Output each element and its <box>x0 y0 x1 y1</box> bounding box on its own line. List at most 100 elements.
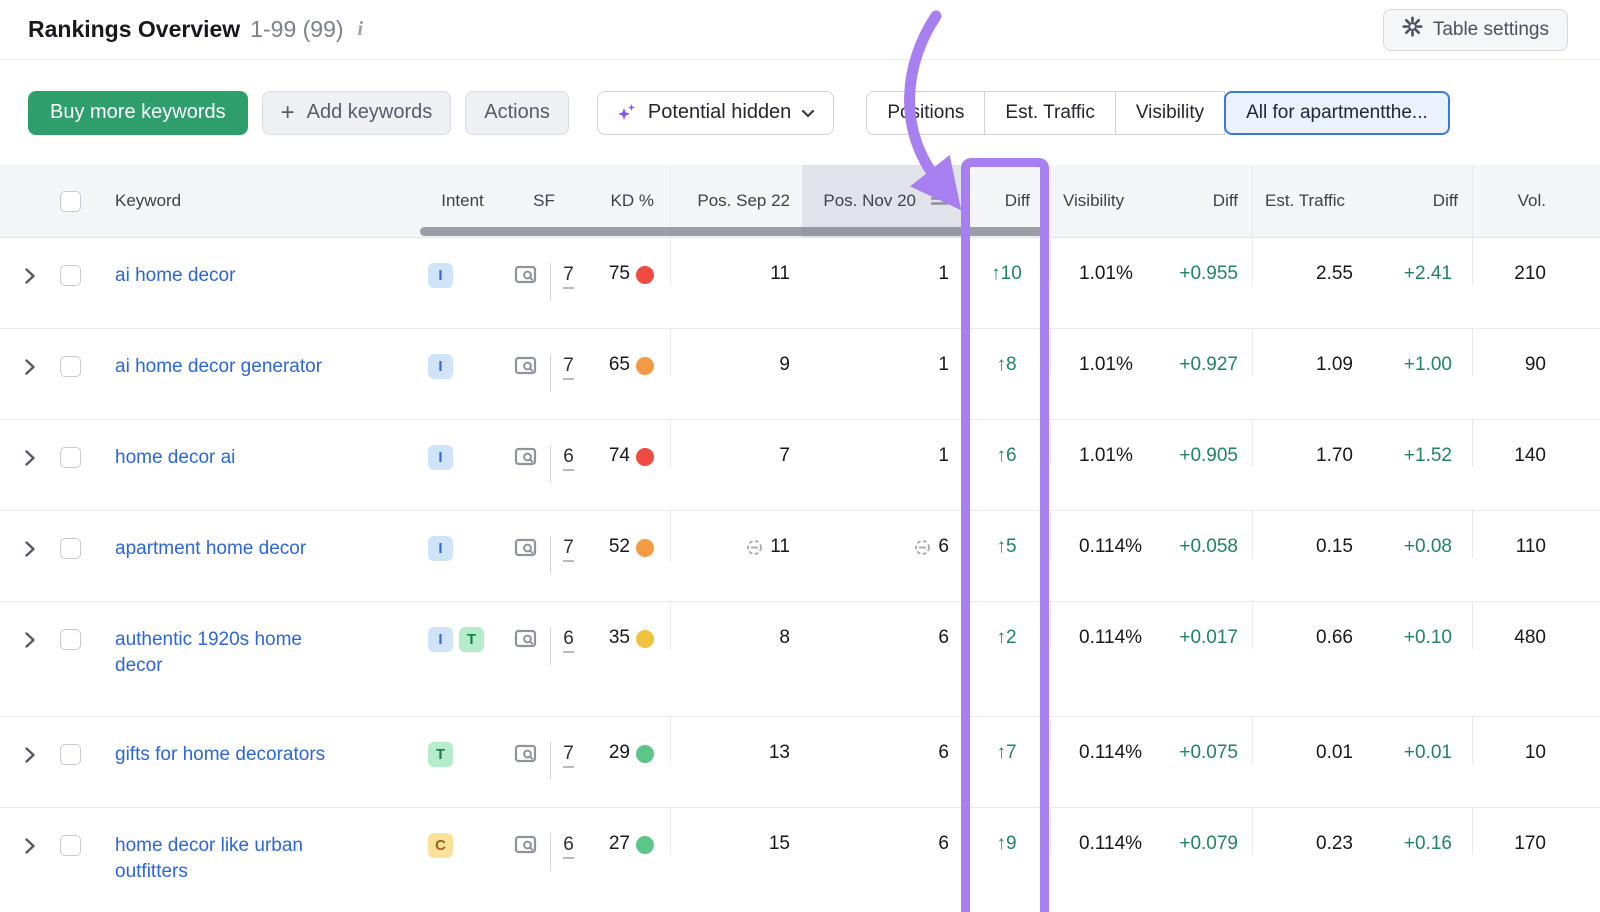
view-tab-est-traffic[interactable]: Est. Traffic <box>985 91 1115 135</box>
row-checkbox[interactable] <box>60 447 81 468</box>
kd-value: 29 <box>609 742 630 764</box>
position-sep-22: 11 <box>770 536 790 558</box>
kd-difficulty-dot <box>636 539 654 557</box>
position-diff: ↑8 <box>996 354 1016 376</box>
divider <box>550 627 551 665</box>
column-header-pos-sep-22[interactable]: Pos. Sep 22 <box>697 191 790 211</box>
table-row: apartment home decor I 7 52 <box>0 511 1600 602</box>
select-all-checkbox[interactable] <box>60 191 81 212</box>
column-header-visibility[interactable]: Visibility <box>1063 191 1124 211</box>
toolbar: Buy more keywords + Add keywords Actions… <box>0 60 1600 165</box>
potential-hidden-dropdown[interactable]: Potential hidden <box>597 91 834 135</box>
visibility-value: 0.114% <box>1079 536 1142 558</box>
sort-descending-icon[interactable] <box>931 191 949 211</box>
expand-row-button[interactable] <box>20 539 40 559</box>
serp-features-icon[interactable] <box>514 743 538 771</box>
table-row: home decor ai I 6 74 <box>0 420 1600 511</box>
add-keywords-button[interactable]: + Add keywords <box>262 91 452 135</box>
kd-difficulty-dot <box>636 836 654 854</box>
view-tab-positions[interactable]: Positions <box>866 91 985 135</box>
serp-feature-link-icon <box>746 536 763 562</box>
keyword-link[interactable]: authentic 1920s home decor <box>115 627 353 679</box>
keyword-link[interactable]: ai home decor generator <box>115 354 322 380</box>
sf-count[interactable]: 6 <box>563 445 574 471</box>
buy-more-keywords-button[interactable]: Buy more keywords <box>28 91 248 135</box>
column-header-traffic-diff[interactable]: Diff <box>1433 191 1458 211</box>
table-body: ai home decor I 7 75 <box>0 238 1600 912</box>
column-header-sf[interactable]: SF <box>533 191 555 211</box>
position-sep-22: 15 <box>769 833 790 855</box>
rankings-overview-page: Rankings Overview 1-99 (99) i Table sett… <box>0 0 1600 912</box>
info-icon[interactable]: i <box>358 18 364 41</box>
row-checkbox[interactable] <box>60 629 81 650</box>
est-traffic-value: 0.23 <box>1253 833 1353 855</box>
expand-row-button[interactable] <box>20 630 40 650</box>
volume-value: 90 <box>1525 354 1546 376</box>
row-checkbox[interactable] <box>60 538 81 559</box>
table-settings-label: Table settings <box>1433 19 1549 41</box>
serp-features-icon[interactable] <box>514 628 538 656</box>
sf-count[interactable]: 6 <box>563 833 574 859</box>
sf-count[interactable]: 7 <box>563 536 574 562</box>
row-checkbox[interactable] <box>60 744 81 765</box>
horizontal-scrollbar[interactable] <box>420 227 1048 236</box>
view-tab-visibility[interactable]: Visibility <box>1116 91 1225 135</box>
sf-count[interactable]: 7 <box>563 354 574 380</box>
volume-value: 210 <box>1514 263 1546 285</box>
table-header-row: Keyword Intent SF KD % Pos. Sep 22 Pos. … <box>0 165 1600 238</box>
sf-count[interactable]: 7 <box>563 742 574 768</box>
est-traffic-value: 0.66 <box>1253 627 1353 649</box>
serp-features-icon[interactable] <box>514 834 538 862</box>
position-nov-20: 1 <box>938 263 949 285</box>
expand-row-button[interactable] <box>20 745 40 765</box>
column-header-pos-nov-20[interactable]: Pos. Nov 20 <box>823 191 916 211</box>
kd-value: 35 <box>609 627 630 649</box>
column-header-volume[interactable]: Vol. <box>1518 191 1546 211</box>
keyword-link[interactable]: ai home decor <box>115 263 235 289</box>
keyword-link[interactable]: home decor ai <box>115 445 235 471</box>
est-traffic-diff: +1.52 <box>1404 445 1452 467</box>
kd-difficulty-dot <box>636 745 654 763</box>
row-checkbox[interactable] <box>60 265 81 286</box>
column-header-kd[interactable]: KD % <box>611 191 654 211</box>
column-header-pos-diff[interactable]: Diff <box>1005 191 1030 211</box>
serp-features-icon[interactable] <box>514 537 538 565</box>
column-header-visibility-diff[interactable]: Diff <box>1213 191 1238 211</box>
column-header-est-traffic[interactable]: Est. Traffic <box>1265 191 1345 211</box>
kd-difficulty-dot <box>636 630 654 648</box>
expand-row-button[interactable] <box>20 448 40 468</box>
divider <box>550 833 551 871</box>
sf-count[interactable]: 6 <box>563 627 574 653</box>
view-tab-label: Positions <box>887 102 964 124</box>
intent-badge-t: T <box>459 627 484 652</box>
serp-features-icon[interactable] <box>514 446 538 474</box>
expand-row-button[interactable] <box>20 836 40 856</box>
serp-features-icon[interactable] <box>514 355 538 383</box>
row-checkbox[interactable] <box>60 356 81 377</box>
kd-difficulty-dot <box>636 266 654 284</box>
view-tab-all-for-domain[interactable]: All for apartmentthe... <box>1224 91 1450 135</box>
column-header-intent[interactable]: Intent <box>441 191 484 211</box>
visibility-value: 1.01% <box>1079 263 1133 285</box>
sf-count[interactable]: 7 <box>563 263 574 289</box>
table-settings-button[interactable]: Table settings <box>1383 9 1568 51</box>
keyword-link[interactable]: home decor like urban outfitters <box>115 833 353 885</box>
view-tab-label: Visibility <box>1136 102 1204 124</box>
actions-label: Actions <box>484 101 550 124</box>
row-checkbox[interactable] <box>60 835 81 856</box>
kd-difficulty-dot <box>636 448 654 466</box>
actions-button[interactable]: Actions <box>465 91 569 135</box>
column-header-keyword[interactable]: Keyword <box>115 191 181 211</box>
keyword-link[interactable]: apartment home decor <box>115 536 306 562</box>
intent-badge-i: I <box>428 627 453 652</box>
est-traffic-diff: +2.41 <box>1404 263 1452 285</box>
expand-row-button[interactable] <box>20 266 40 286</box>
volume-value: 480 <box>1514 627 1546 649</box>
intent-badge-c: C <box>428 833 453 858</box>
position-diff: ↑5 <box>996 536 1016 558</box>
chevron-down-icon <box>801 101 815 124</box>
divider <box>550 263 551 301</box>
serp-features-icon[interactable] <box>514 264 538 292</box>
keyword-link[interactable]: gifts for home decorators <box>115 742 325 768</box>
expand-row-button[interactable] <box>20 357 40 377</box>
